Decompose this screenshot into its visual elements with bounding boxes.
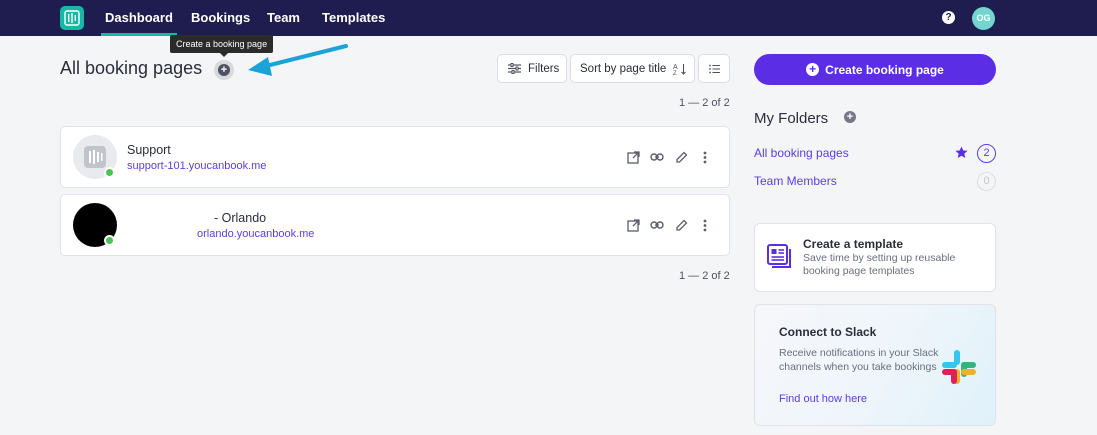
app-logo-icon[interactable] — [60, 6, 84, 30]
booking-page-title: Support — [127, 143, 171, 157]
slack-logo-icon — [942, 350, 976, 384]
edit-pencil-icon[interactable] — [673, 217, 689, 233]
booking-page-card[interactable]: - Orlando orlando.youcanbook.me — [60, 194, 730, 256]
pagination-count-top: 1 — 2 of 2 — [679, 97, 730, 109]
booking-page-url[interactable]: support-101.youcanbook.me — [127, 160, 266, 172]
filters-button[interactable]: Filters — [497, 54, 567, 83]
more-options-icon[interactable] — [697, 149, 713, 165]
slack-card-title: Connect to Slack — [779, 325, 877, 339]
slack-find-out-link[interactable]: Find out how here — [779, 393, 867, 405]
open-external-icon[interactable] — [625, 149, 641, 165]
create-booking-page-button[interactable]: + Create booking page — [754, 54, 996, 85]
folder-count-badge: 0 — [977, 172, 996, 191]
sort-dropdown[interactable]: Sort by page title A Z — [570, 54, 695, 83]
svg-text:A: A — [673, 64, 678, 71]
copy-link-icon[interactable] — [649, 217, 665, 233]
connect-slack-card: Connect to Slack Receive notifications i… — [754, 304, 996, 426]
pagination-count-bottom: 1 — 2 of 2 — [679, 270, 730, 282]
folder-count-badge: 2 — [977, 144, 996, 163]
sliders-icon — [508, 63, 521, 74]
edit-pencil-icon[interactable] — [673, 149, 689, 165]
create-template-card[interactable]: Create a template Save time by setting u… — [754, 223, 996, 292]
online-status-dot — [104, 235, 115, 246]
user-avatar[interactable]: OG — [972, 7, 995, 30]
online-status-dot — [104, 167, 115, 178]
copy-link-icon[interactable] — [649, 149, 665, 165]
sort-label: Sort by page title — [580, 62, 667, 75]
youcanbook-logo-icon — [84, 146, 106, 168]
booking-page-url[interactable]: orlando.youcanbook.me — [197, 228, 314, 240]
create-booking-page-label: Create booking page — [825, 62, 944, 77]
open-external-icon[interactable] — [625, 217, 641, 233]
list-icon — [708, 64, 720, 73]
nav-tab-team[interactable]: Team — [267, 0, 300, 36]
nav-tab-templates[interactable]: Templates — [322, 0, 385, 36]
add-folder-icon[interactable]: + — [844, 111, 856, 123]
nav-tab-bookings[interactable]: Bookings — [191, 0, 250, 36]
booking-page-title: - Orlando — [214, 211, 267, 225]
help-icon[interactable]: ? — [942, 11, 955, 24]
slack-card-description: Receive notifications in your Slack chan… — [779, 347, 939, 373]
top-nav: Dashboard Bookings Team Templates ? OG — [0, 0, 1097, 36]
template-card-title: Create a template — [803, 237, 904, 251]
more-options-icon[interactable] — [697, 217, 713, 233]
annotation-arrow-icon — [248, 44, 348, 76]
sort-alpha-icon: A Z — [673, 63, 687, 76]
folder-all-booking-pages[interactable]: All booking pages — [754, 146, 849, 160]
template-card-description: Save time by setting up reusable booking… — [803, 252, 956, 277]
card-actions — [625, 217, 713, 233]
star-icon[interactable] — [955, 146, 968, 159]
folder-team-members[interactable]: Team Members — [754, 174, 837, 188]
booking-page-card[interactable]: Support support-101.youcanbook.me — [60, 126, 730, 188]
add-booking-page-button[interactable]: + — [214, 60, 234, 80]
plus-icon: + — [218, 64, 230, 76]
filters-label: Filters — [528, 62, 560, 75]
page-title: All booking pages — [60, 58, 203, 78]
list-view-button[interactable] — [698, 54, 730, 83]
nav-tab-dashboard[interactable]: Dashboard — [101, 0, 177, 36]
card-actions — [625, 149, 713, 165]
plus-circle-icon: + — [806, 63, 820, 76]
template-icon — [767, 244, 791, 268]
svg-text:Z: Z — [673, 71, 677, 76]
folders-title: My Folders — [754, 110, 829, 127]
